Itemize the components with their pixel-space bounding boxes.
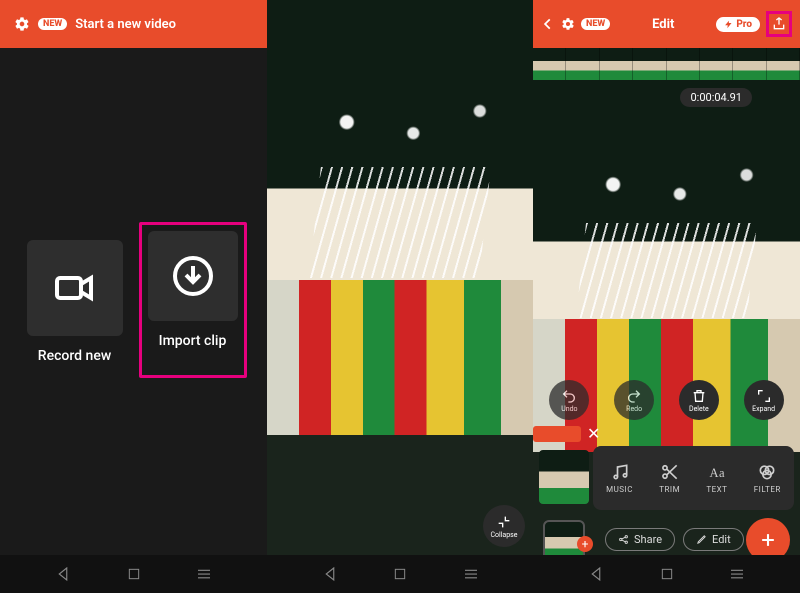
video-preview-image: [267, 0, 533, 555]
download-icon: [169, 252, 217, 300]
share-label: Share: [634, 533, 662, 546]
filter-tool[interactable]: FILTER: [754, 462, 781, 494]
home-panel: NEW Start a new video Record new Import …: [0, 0, 267, 593]
undo-button[interactable]: Undo: [549, 380, 589, 420]
music-tool[interactable]: MUSIC: [606, 462, 633, 494]
record-new-label: Record new: [38, 348, 111, 364]
home-nav-icon[interactable]: [659, 566, 675, 582]
filmstrip-frame[interactable]: [566, 48, 599, 80]
close-icon[interactable]: ✕: [587, 424, 600, 443]
tool-row: MUSIC TRIM Aa TEXT FILTER: [593, 446, 794, 510]
text-tool[interactable]: Aa TEXT: [706, 462, 727, 494]
export-highlight: [766, 11, 792, 37]
recents-nav-icon[interactable]: [462, 565, 480, 583]
expand-icon: [756, 388, 772, 404]
new-badge: NEW: [38, 18, 67, 30]
scissors-icon: [660, 462, 680, 482]
editor-title: Edit: [652, 17, 674, 32]
music-icon: [610, 462, 630, 482]
pencil-icon: [696, 534, 707, 545]
trim-tool[interactable]: TRIM: [659, 462, 680, 494]
home-header: NEW Start a new video: [0, 0, 267, 48]
collapse-icon: [496, 514, 512, 530]
clip-actions-row: Undo Redo Delete Expand: [533, 380, 800, 420]
android-navbar: [533, 555, 800, 593]
import-clip-tile[interactable]: Import clip: [148, 231, 238, 349]
export-icon[interactable]: [771, 16, 787, 32]
redo-button[interactable]: Redo: [614, 380, 654, 420]
record-new-tile[interactable]: Record new: [21, 240, 129, 364]
recents-nav-icon[interactable]: [195, 565, 213, 583]
pro-label: Pro: [736, 19, 752, 30]
gear-icon[interactable]: [561, 17, 575, 31]
back-nav-icon[interactable]: [54, 565, 72, 583]
preview-panel: Collapse: [267, 0, 533, 593]
editor-panel: NEW Edit Pro 0:00:04.91: [533, 0, 800, 593]
delete-button[interactable]: Delete: [679, 380, 719, 420]
gear-icon[interactable]: [14, 16, 30, 32]
timeline-clip[interactable]: [533, 426, 581, 442]
edit-button[interactable]: Edit: [683, 528, 744, 551]
camera-icon: [51, 264, 99, 312]
music-label: MUSIC: [606, 485, 633, 494]
filmstrip-frame[interactable]: [600, 48, 633, 80]
mini-clip-thumb[interactable]: [539, 450, 589, 504]
text-icon: Aa: [707, 462, 727, 482]
editor-content: 0:00:04.91 Undo Redo Delete Expand: [533, 48, 800, 555]
undo-icon: [561, 388, 577, 404]
home-main: Record new Import clip: [0, 48, 267, 555]
collapse-label: Collapse: [490, 531, 517, 539]
editor-preview: 0:00:04.91 Undo Redo Delete Expand: [533, 80, 800, 555]
new-badge: NEW: [581, 18, 610, 30]
edit-label: Edit: [712, 533, 731, 546]
import-clip-label: Import clip: [159, 333, 227, 349]
share-icon: [618, 534, 629, 545]
trim-label: TRIM: [659, 485, 680, 494]
filmstrip-frame[interactable]: [667, 48, 700, 80]
filmstrip-frame[interactable]: [533, 48, 566, 80]
home-nav-icon[interactable]: [126, 566, 142, 582]
filter-label: FILTER: [754, 485, 781, 494]
preview-content: Collapse: [267, 0, 533, 555]
timestamp: 0:00:04.91: [680, 88, 752, 107]
back-nav-icon[interactable]: [587, 565, 605, 583]
android-navbar: [267, 555, 533, 593]
add-fab[interactable]: [746, 518, 790, 555]
plus-icon: [758, 530, 778, 550]
filter-icon: [757, 462, 777, 482]
import-clip-highlight: Import clip: [139, 222, 247, 378]
home-header-title: Start a new video: [75, 17, 176, 32]
filmstrip-frame[interactable]: [633, 48, 666, 80]
editor-header: NEW Edit Pro: [533, 0, 800, 48]
redo-label: Redo: [626, 405, 642, 413]
filmstrip-frame[interactable]: [733, 48, 766, 80]
project-actions: Share Edit: [605, 528, 744, 551]
svg-text:Aa: Aa: [709, 466, 724, 480]
back-icon[interactable]: [541, 17, 555, 31]
home-nav-icon[interactable]: [392, 566, 408, 582]
share-button[interactable]: Share: [605, 528, 675, 551]
collapse-button[interactable]: Collapse: [483, 505, 525, 547]
back-nav-icon[interactable]: [321, 565, 339, 583]
recents-nav-icon[interactable]: [728, 565, 746, 583]
project-thumb[interactable]: [543, 520, 585, 555]
expand-label: Expand: [752, 405, 775, 413]
bolt-icon: [724, 20, 733, 29]
pro-badge[interactable]: Pro: [716, 17, 760, 32]
trash-icon: [691, 388, 707, 404]
filmstrip-frame[interactable]: [767, 48, 800, 80]
expand-button[interactable]: Expand: [744, 380, 784, 420]
delete-label: Delete: [689, 405, 709, 413]
filmstrip[interactable]: [533, 48, 800, 80]
android-navbar: [0, 555, 267, 593]
text-label: TEXT: [706, 485, 727, 494]
redo-icon: [626, 388, 642, 404]
undo-label: Undo: [561, 405, 577, 413]
filmstrip-frame[interactable]: [700, 48, 733, 80]
